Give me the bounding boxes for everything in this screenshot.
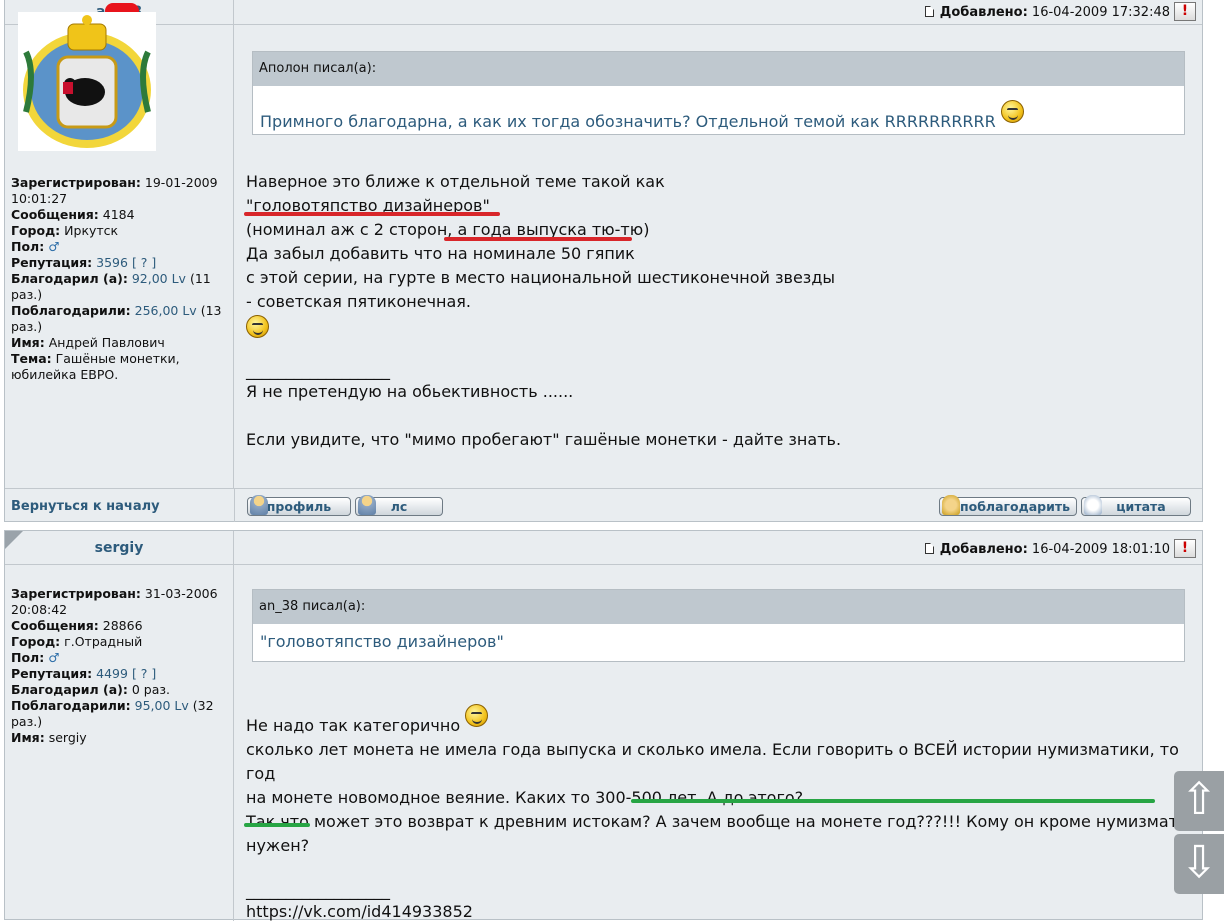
- message-line: сколько лет монета не имела года выпуска…: [246, 740, 1179, 783]
- pm-button[interactable]: лс: [355, 495, 443, 516]
- red-underline: [244, 212, 500, 216]
- was-thanked-link[interactable]: 256,00 Lv: [135, 303, 197, 318]
- user-icon: [250, 495, 268, 515]
- author-info: Зарегистрирован: 31-03-2006 20:08:42 Соо…: [11, 586, 218, 745]
- avatar: [18, 12, 156, 151]
- coat-of-arms-avatar: [23, 15, 151, 148]
- smile-icon: [465, 704, 489, 727]
- speech-icon: [1084, 495, 1102, 515]
- quote-button[interactable]: цитата: [1081, 495, 1191, 516]
- signature-rule: __________________: [246, 361, 390, 380]
- message-line: Да забыл добавить что на номинале 50 гяп…: [246, 244, 635, 263]
- quote-author: an_38 писал(а):: [253, 590, 1184, 624]
- reputation-link[interactable]: 3596: [96, 255, 128, 270]
- author-column: an_38 Зарегистрирован: 19-01-2009 10:01:…: [5, 0, 234, 488]
- post-footer: Вернуться к началу профиль лс поблагодар…: [5, 488, 1202, 522]
- message-header: Добавлено: 16-04-2009 17:32:48 !: [234, 0, 1202, 25]
- message-column: Добавлено: 16-04-2009 18:01:10 ! an_38 п…: [234, 531, 1202, 921]
- quote-text: Примного благодарна, а как их тогда обоз…: [253, 86, 1184, 131]
- document-icon: [924, 543, 934, 554]
- red-underline: [444, 237, 632, 241]
- quote-text: "головотяпство дизайнеров": [260, 632, 504, 651]
- thanked-link[interactable]: 92,00 Lv: [132, 271, 186, 286]
- message-line: нужен?: [246, 836, 310, 855]
- message-column: Добавлено: 16-04-2009 17:32:48 ! Аполон …: [234, 0, 1202, 488]
- username-link[interactable]: sergiy: [5, 540, 233, 556]
- back-to-top-link[interactable]: Вернуться к началу: [11, 499, 160, 514]
- message-line: с этой серии, на гурте в место националь…: [246, 268, 836, 287]
- report-button[interactable]: !: [1174, 2, 1196, 21]
- reputation-link[interactable]: 4499: [96, 666, 128, 681]
- reputation-help-link[interactable]: [ ? ]: [132, 666, 156, 681]
- post-date: Добавлено: 16-04-2009 17:32:48: [924, 5, 1170, 20]
- male-icon: ♂: [48, 239, 60, 254]
- scroll-down-button[interactable]: ⇩: [1174, 834, 1224, 894]
- users-icon: [358, 495, 376, 515]
- author-header: sergiy: [5, 531, 233, 565]
- green-underline: [631, 799, 1155, 803]
- message-line: - советская пятиконечная.: [246, 292, 472, 311]
- message-line: на монете новомодное веяние. Каких то 30…: [246, 788, 804, 807]
- scroll-up-button[interactable]: ⇧: [1174, 771, 1224, 831]
- was-thanked-link[interactable]: 95,00 Lv: [135, 698, 189, 713]
- smile-icon: [246, 315, 269, 338]
- thank-button[interactable]: поблагодарить: [939, 495, 1077, 516]
- green-underline: [244, 823, 310, 827]
- document-icon: [924, 6, 934, 17]
- thumbs-up-icon: [942, 495, 960, 515]
- report-button[interactable]: !: [1174, 539, 1196, 558]
- message-body: Не надо так категорично сколько лет моне…: [246, 704, 1202, 924]
- smile-icon: [1000, 100, 1024, 123]
- signature-line: Я не претендую на обьективность ......: [246, 382, 574, 401]
- message-line: Наверное это ближе к отдельной теме тако…: [246, 172, 665, 191]
- author-column: sergiy Зарегистрирован: 31-03-2006 20:08…: [5, 531, 234, 921]
- quote-block: an_38 писал(а): "головотяпство дизайнеро…: [252, 589, 1185, 662]
- signature-line: Если увидите, что "мимо пробегают" гашён…: [246, 430, 842, 449]
- message-line: Не надо так категорично: [246, 704, 1202, 738]
- quote-block: Аполон писал(а): Примного благодарна, а …: [252, 51, 1185, 135]
- message-line: Так что может это возврат к древним исто…: [246, 812, 1198, 831]
- profile-button[interactable]: профиль: [247, 495, 351, 516]
- author-info: Зарегистрирован: 19-01-2009 10:01:27 Соо…: [11, 175, 222, 382]
- quote-author: Аполон писал(а):: [253, 52, 1184, 86]
- post-an38: an_38 Зарегистрирован: 19-01-2009 10:01:…: [4, 0, 1203, 522]
- signature-link[interactable]: https://vk.com/id414933852: [246, 900, 1202, 924]
- message-header: Добавлено: 16-04-2009 18:01:10 !: [234, 531, 1202, 565]
- reputation-help-link[interactable]: [ ? ]: [132, 255, 156, 270]
- post-sergiy: sergiy Зарегистрирован: 31-03-2006 20:08…: [4, 530, 1203, 921]
- post-date: Добавлено: 16-04-2009 18:01:10: [924, 542, 1170, 557]
- male-icon: ♂: [48, 650, 60, 665]
- signature-rule: __________________: [246, 881, 390, 900]
